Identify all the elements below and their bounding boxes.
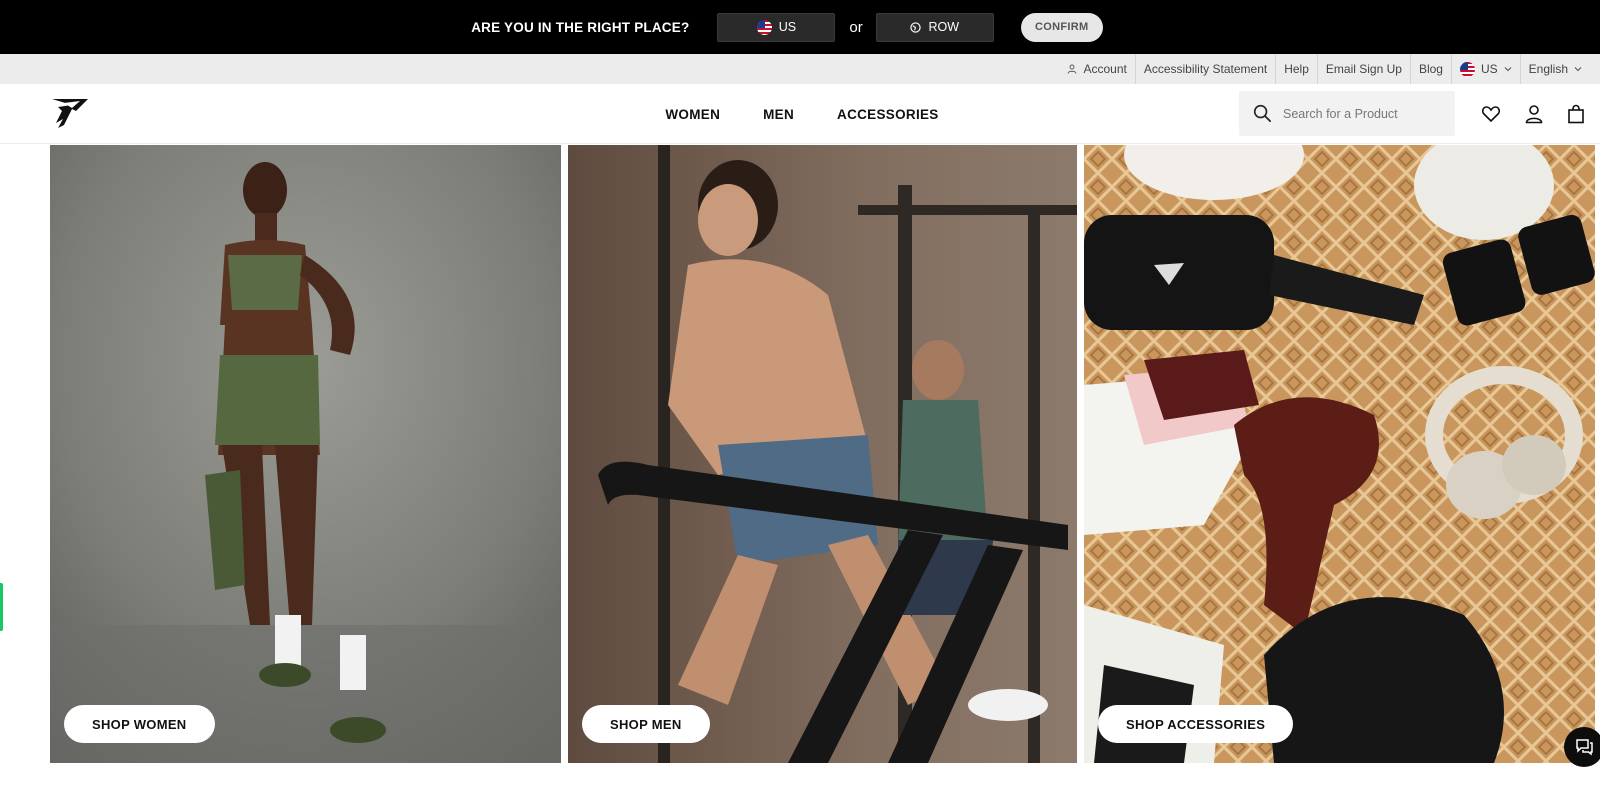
blog-label: Blog	[1418, 62, 1443, 76]
chat-button[interactable]	[1564, 727, 1600, 767]
region-us-button[interactable]: US	[717, 12, 836, 42]
region-row-label: ROW	[928, 20, 960, 34]
tile-men[interactable]: SHOP MEN	[568, 145, 1077, 763]
search-input[interactable]	[1283, 106, 1443, 121]
region-us-label: US	[778, 20, 797, 34]
accessibility-label: Accessibility Statement	[1143, 62, 1268, 76]
accessories-hero-image	[1084, 145, 1595, 763]
shop-men-button[interactable]: SHOP MEN	[582, 705, 710, 743]
nav-women[interactable]: WOMEN	[665, 107, 720, 122]
main-header: WOMEN MEN ACCESSORIES	[0, 84, 1600, 144]
blog-link[interactable]: Blog	[1411, 54, 1452, 84]
confirm-region-button[interactable]: CONFIRM	[1020, 12, 1103, 42]
us-flag-icon	[1459, 61, 1475, 77]
accessibility-link[interactable]: Accessibility Statement	[1136, 54, 1277, 84]
language-label: English	[1528, 62, 1568, 76]
nav-accessories[interactable]: ACCESSORIES	[837, 107, 939, 122]
women-hero-image	[50, 145, 561, 763]
help-link[interactable]: Help	[1276, 54, 1318, 84]
user-icon[interactable]	[1524, 104, 1544, 124]
nav-men[interactable]: MEN	[763, 107, 794, 122]
tile-accessories[interactable]: SHOP ACCESSORIES	[1084, 145, 1595, 763]
category-tiles: SHOP WOMEN SHOP MEN SHOP ACCESSORIES	[50, 145, 1595, 763]
account-link[interactable]: Account	[1059, 54, 1136, 84]
email-signup-link[interactable]: Email Sign Up	[1318, 54, 1411, 84]
language-selector[interactable]: English	[1521, 54, 1590, 84]
shop-accessories-button[interactable]: SHOP ACCESSORIES	[1098, 705, 1294, 743]
region-banner: ARE YOU IN THE RIGHT PLACE? US or ROW CO…	[0, 0, 1600, 54]
feedback-tab[interactable]	[0, 583, 3, 631]
country-label: US	[1480, 62, 1498, 76]
men-hero-image	[568, 145, 1077, 763]
person-icon	[1068, 64, 1077, 74]
search-bar[interactable]	[1239, 91, 1455, 136]
region-or-text: or	[849, 18, 863, 36]
shop-women-button[interactable]: SHOP WOMEN	[64, 705, 215, 743]
heart-icon[interactable]	[1481, 104, 1501, 124]
search-icon[interactable]	[1253, 104, 1272, 123]
globe-icon	[910, 21, 922, 33]
country-selector[interactable]: US	[1452, 54, 1521, 84]
help-label: Help	[1284, 62, 1309, 76]
gymshark-logo[interactable]	[50, 97, 90, 129]
chevron-down-icon	[1504, 67, 1512, 72]
account-label: Account	[1083, 62, 1127, 76]
email-signup-label: Email Sign Up	[1325, 62, 1402, 76]
shopping-bag-icon[interactable]	[1566, 104, 1586, 124]
tile-women[interactable]: SHOP WOMEN	[50, 145, 561, 763]
chevron-down-icon	[1574, 67, 1582, 72]
utility-bar: Account Accessibility Statement Help Ema…	[0, 54, 1600, 84]
region-question: ARE YOU IN THE RIGHT PLACE?	[471, 19, 690, 35]
region-row-button[interactable]: ROW	[875, 12, 994, 42]
chat-icon	[1576, 739, 1593, 756]
us-flag-icon	[756, 19, 772, 35]
